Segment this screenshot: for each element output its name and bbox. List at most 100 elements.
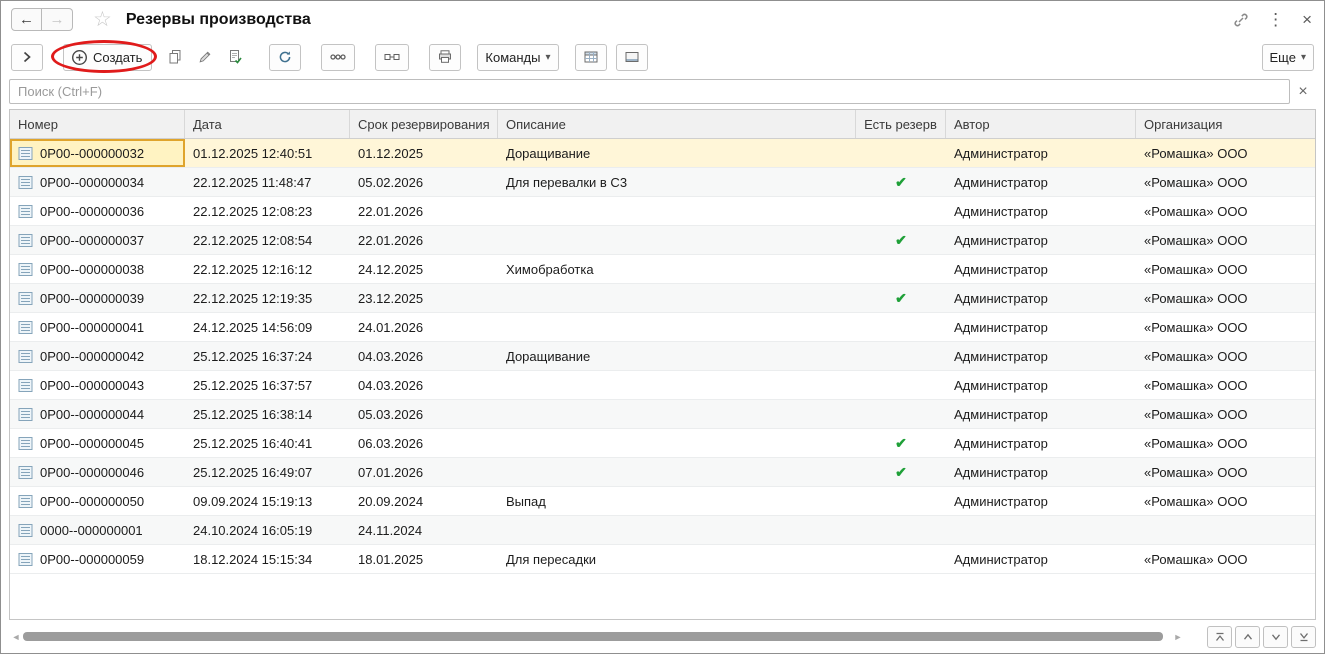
scroll-up-button[interactable]: [1235, 626, 1260, 648]
cell-organization[interactable]: «Ромашка» ООО: [1136, 313, 1315, 341]
form-settings-button[interactable]: [616, 44, 648, 71]
cell-term[interactable]: 05.03.2026: [350, 400, 498, 428]
create-button[interactable]: Создать: [63, 44, 152, 71]
cell-author[interactable]: Администратор: [946, 400, 1136, 428]
cell-term[interactable]: 01.12.2025: [350, 139, 498, 167]
cell-organization[interactable]: «Ромашка» ООО: [1136, 400, 1315, 428]
cell-number[interactable]: 0Р00--000000043: [10, 371, 185, 399]
cell-organization[interactable]: «Ромашка» ООО: [1136, 429, 1315, 457]
column-header-date[interactable]: Дата: [185, 110, 350, 138]
close-icon[interactable]: ×: [1302, 11, 1312, 28]
cell-description[interactable]: Доращивание: [498, 139, 856, 167]
cell-number[interactable]: 0Р00--000000036: [10, 197, 185, 225]
cell-description[interactable]: [498, 458, 856, 486]
cell-term[interactable]: 04.03.2026: [350, 371, 498, 399]
cell-number[interactable]: 0Р00--000000042: [10, 342, 185, 370]
cell-description[interactable]: [498, 197, 856, 225]
cell-description[interactable]: Химобработка: [498, 255, 856, 283]
cell-term[interactable]: 04.03.2026: [350, 342, 498, 370]
cell-author[interactable]: Администратор: [946, 545, 1136, 573]
table-row[interactable]: 0Р00--000000041 24.12.2025 14:56:09 24.0…: [10, 313, 1315, 342]
cell-organization[interactable]: [1136, 516, 1315, 544]
cell-has-reserve[interactable]: [856, 545, 946, 573]
table-row[interactable]: 0Р00--000000042 25.12.2025 16:37:24 04.0…: [10, 342, 1315, 371]
clear-search-icon[interactable]: ×: [1290, 83, 1316, 101]
cell-organization[interactable]: «Ромашка» ООО: [1136, 284, 1315, 312]
horizontal-scrollbar[interactable]: [23, 631, 1171, 642]
cell-description[interactable]: [498, 371, 856, 399]
cell-date[interactable]: 22.12.2025 12:19:35: [185, 284, 350, 312]
cell-has-reserve[interactable]: ✔: [856, 458, 946, 486]
cell-author[interactable]: Администратор: [946, 284, 1136, 312]
column-header-number[interactable]: Номер: [10, 110, 185, 138]
table-row[interactable]: 0Р00--000000059 18.12.2024 15:15:34 18.0…: [10, 545, 1315, 574]
cell-date[interactable]: 09.09.2024 15:19:13: [185, 487, 350, 515]
column-header-description[interactable]: Описание: [498, 110, 856, 138]
cell-has-reserve[interactable]: [856, 139, 946, 167]
cell-date[interactable]: 25.12.2025 16:37:57: [185, 371, 350, 399]
table-row[interactable]: 0Р00--000000039 22.12.2025 12:19:35 23.1…: [10, 284, 1315, 313]
link-icon[interactable]: [1233, 12, 1249, 28]
cell-number[interactable]: 0Р00--000000044: [10, 400, 185, 428]
cell-date[interactable]: 22.12.2025 12:16:12: [185, 255, 350, 283]
cell-term[interactable]: 22.01.2026: [350, 226, 498, 254]
cell-description[interactable]: [498, 313, 856, 341]
cell-author[interactable]: Администратор: [946, 371, 1136, 399]
cell-organization[interactable]: «Ромашка» ООО: [1136, 168, 1315, 196]
cell-date[interactable]: 24.10.2024 16:05:19: [185, 516, 350, 544]
cell-term[interactable]: 24.12.2025: [350, 255, 498, 283]
cell-date[interactable]: 22.12.2025 11:48:47: [185, 168, 350, 196]
print-button[interactable]: [429, 44, 461, 71]
mark-deletion-button[interactable]: [221, 44, 249, 71]
column-header-term[interactable]: Срок резервирования: [350, 110, 498, 138]
table-row[interactable]: 0Р00--000000043 25.12.2025 16:37:57 04.0…: [10, 371, 1315, 400]
scroll-bottom-button[interactable]: [1291, 626, 1316, 648]
cell-description[interactable]: [498, 429, 856, 457]
cell-date[interactable]: 25.12.2025 16:40:41: [185, 429, 350, 457]
cell-organization[interactable]: «Ромашка» ООО: [1136, 371, 1315, 399]
cell-term[interactable]: 24.01.2026: [350, 313, 498, 341]
cell-author[interactable]: Администратор: [946, 197, 1136, 225]
cell-has-reserve[interactable]: [856, 400, 946, 428]
table-row[interactable]: 0Р00--000000046 25.12.2025 16:49:07 07.0…: [10, 458, 1315, 487]
cell-author[interactable]: Администратор: [946, 458, 1136, 486]
cell-number[interactable]: 0Р00--000000050: [10, 487, 185, 515]
column-header-organization[interactable]: Организация: [1136, 110, 1315, 138]
cell-number[interactable]: 0Р00--000000032: [10, 139, 185, 167]
column-header-author[interactable]: Автор: [946, 110, 1136, 138]
cell-date[interactable]: 18.12.2024 15:15:34: [185, 545, 350, 573]
cell-author[interactable]: Администратор: [946, 313, 1136, 341]
cell-has-reserve[interactable]: ✔: [856, 429, 946, 457]
cell-term[interactable]: 24.11.2024: [350, 516, 498, 544]
cell-number[interactable]: 0Р00--000000045: [10, 429, 185, 457]
cell-number[interactable]: 0Р00--000000039: [10, 284, 185, 312]
cell-term[interactable]: 20.09.2024: [350, 487, 498, 515]
cell-author[interactable]: Администратор: [946, 342, 1136, 370]
cell-term[interactable]: 18.01.2025: [350, 545, 498, 573]
cell-has-reserve[interactable]: [856, 371, 946, 399]
cell-number[interactable]: 0Р00--000000038: [10, 255, 185, 283]
back-button[interactable]: ←: [11, 8, 42, 31]
cell-description[interactable]: Выпад: [498, 487, 856, 515]
cell-organization[interactable]: «Ромашка» ООО: [1136, 545, 1315, 573]
cell-description[interactable]: Доращивание: [498, 342, 856, 370]
edit-button[interactable]: [191, 44, 219, 71]
table-row[interactable]: 0Р00--000000044 25.12.2025 16:38:14 05.0…: [10, 400, 1315, 429]
cell-organization[interactable]: «Ромашка» ООО: [1136, 342, 1315, 370]
cell-organization[interactable]: «Ромашка» ООО: [1136, 458, 1315, 486]
cell-term[interactable]: 22.01.2026: [350, 197, 498, 225]
scroll-top-button[interactable]: [1207, 626, 1232, 648]
cell-description[interactable]: [498, 400, 856, 428]
expand-panel-button[interactable]: [11, 44, 43, 71]
scroll-down-button[interactable]: [1263, 626, 1288, 648]
table-row[interactable]: 0000--000000001 24.10.2024 16:05:19 24.1…: [10, 516, 1315, 545]
cell-date[interactable]: 01.12.2025 12:40:51: [185, 139, 350, 167]
table-row[interactable]: 0Р00--000000034 22.12.2025 11:48:47 05.0…: [10, 168, 1315, 197]
cell-term[interactable]: 06.03.2026: [350, 429, 498, 457]
favorite-star-icon[interactable]: ☆: [93, 9, 112, 30]
related-documents-button[interactable]: [321, 44, 355, 71]
scroll-left-icon[interactable]: ◄: [9, 632, 23, 642]
commands-button[interactable]: Команды ▾: [477, 44, 558, 71]
cell-term[interactable]: 23.12.2025: [350, 284, 498, 312]
cell-author[interactable]: Администратор: [946, 429, 1136, 457]
